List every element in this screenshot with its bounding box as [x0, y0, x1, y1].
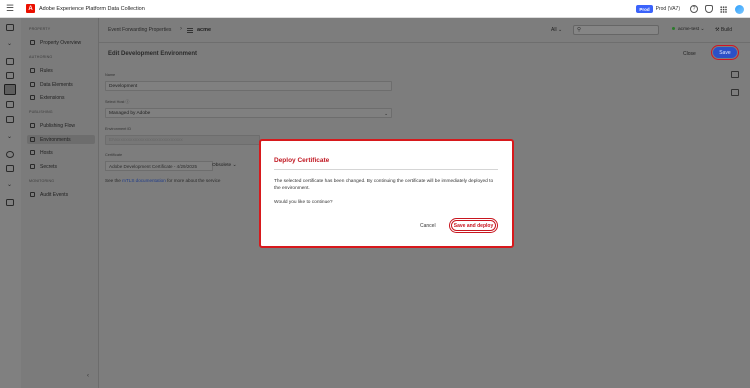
- nav-item-extensions[interactable]: Extensions: [27, 93, 95, 102]
- menu-icon[interactable]: ☰: [0, 3, 20, 14]
- chevron-down-icon: ⌄: [384, 110, 388, 116]
- home-icon[interactable]: [6, 24, 14, 31]
- env-label[interactable]: Prod (VA7): [656, 6, 680, 12]
- dialog-title: Deploy Certificate: [274, 157, 330, 164]
- chevron-down-icon[interactable]: ⌄: [7, 181, 12, 188]
- app-title: Adobe Experience Platform Data Collectio…: [39, 5, 145, 12]
- tags-icon[interactable]: [6, 58, 14, 65]
- section-authoring: AUTHORING: [29, 55, 53, 59]
- certificate-select[interactable]: Adobe Development Certificate - 4/29/202…: [105, 161, 213, 171]
- env-id-field: ENxxxxxxxxxxxxxxxxxxxxxxxxxxxx: [105, 135, 260, 145]
- nav-item-rules[interactable]: Rules: [27, 66, 95, 75]
- audit-events-icon: [30, 192, 35, 197]
- nav-item-environments[interactable]: Environments: [27, 135, 95, 144]
- image-icon[interactable]: [731, 89, 739, 96]
- current-property[interactable]: acme: [197, 27, 211, 33]
- environments-icon: [30, 137, 35, 142]
- toolbar: Event Forwarding Properties › acme All ⌄…: [99, 18, 750, 43]
- monitor-icon[interactable]: [6, 101, 14, 108]
- breadcrumb-separator-icon: ›: [180, 26, 182, 32]
- nav-item-property-overview[interactable]: Property Overview: [27, 38, 95, 47]
- cancel-button[interactable]: Cancel: [420, 223, 436, 229]
- property-nav: PROPERTY Property Overview AUTHORING Rul…: [21, 18, 99, 388]
- chevron-down-icon[interactable]: ⌄: [7, 40, 12, 47]
- header-actions: Prod Prod (VA7) ?: [636, 0, 750, 18]
- help-icon[interactable]: ?: [690, 5, 698, 13]
- location-icon[interactable]: [6, 151, 14, 158]
- mtls-doc-link[interactable]: mTLS documentation: [122, 178, 166, 183]
- filter-select[interactable]: All ⌄: [551, 27, 562, 33]
- publishing-flow-icon: [30, 123, 35, 128]
- apps-grid-icon[interactable]: [720, 5, 727, 13]
- certificate-label: Certificate: [105, 153, 123, 157]
- search-input[interactable]: ⚲: [573, 25, 659, 35]
- chevron-down-icon[interactable]: ⌄: [7, 133, 12, 140]
- extensions-icon: [30, 95, 35, 100]
- dialog-body: The selected certificate has been change…: [274, 179, 494, 191]
- top-header: ☰ A Adobe Experience Platform Data Colle…: [0, 0, 750, 18]
- help-text: See the mTLS documentation for more abou…: [105, 178, 221, 183]
- env-id-label: Environment ID: [105, 127, 132, 131]
- lock-icon[interactable]: [6, 116, 14, 123]
- breadcrumb[interactable]: Event Forwarding Properties: [108, 27, 171, 33]
- overview-icon: [30, 40, 35, 45]
- secrets-icon: [30, 164, 35, 169]
- section-publishing: PUBLISHING: [29, 110, 53, 114]
- collection-icon[interactable]: [6, 72, 14, 79]
- list-icon: [187, 27, 193, 33]
- name-field[interactable]: Development: [105, 81, 392, 91]
- library-select[interactable]: acme-test ⌄: [672, 26, 704, 32]
- workflow-icon[interactable]: [6, 165, 14, 172]
- data-elements-icon: [30, 82, 35, 87]
- info-icon: ⓘ: [125, 100, 130, 104]
- event-forwarding-icon[interactable]: [4, 84, 16, 95]
- search-icon: ⚲: [577, 27, 582, 33]
- nav-item-hosts[interactable]: Hosts: [27, 148, 95, 157]
- left-rail: ⌄ ⌄ ⌄: [0, 18, 21, 388]
- save-button[interactable]: Save: [710, 44, 740, 61]
- deploy-certificate-dialog: Deploy Certificate The selected certific…: [259, 139, 514, 248]
- layers-icon[interactable]: [731, 71, 739, 78]
- nav-item-secrets[interactable]: Secrets: [27, 162, 95, 171]
- nav-item-publishing-flow[interactable]: Publishing Flow: [27, 121, 95, 130]
- section-monitoring: MONITORING: [29, 179, 55, 183]
- status-dot-icon: [672, 26, 675, 30]
- page-title: Edit Development Environment: [108, 51, 198, 57]
- close-button[interactable]: Close: [683, 51, 696, 57]
- collapse-nav-icon[interactable]: ‹: [87, 373, 89, 379]
- rules-icon: [30, 68, 35, 73]
- name-label: Name: [105, 73, 116, 77]
- host-label: Select Host ⓘ: [105, 100, 130, 104]
- env-badge[interactable]: Prod: [636, 5, 653, 13]
- hosts-icon: [30, 150, 35, 155]
- certificate-status[interactable]: Obsolete ⌄: [212, 163, 237, 168]
- host-select[interactable]: Managed by Adobe ⌄: [105, 108, 392, 118]
- dialog-divider: [274, 169, 498, 170]
- dialog-question: Would you like to continue?: [274, 200, 333, 205]
- adobe-logo-icon: A: [26, 4, 35, 13]
- avatar[interactable]: [735, 4, 744, 14]
- nav-item-audit-events[interactable]: Audit Events: [27, 190, 95, 199]
- bell-icon[interactable]: [705, 5, 713, 13]
- save-and-deploy-button[interactable]: Save and deploy: [448, 217, 499, 234]
- connections-icon[interactable]: [6, 199, 14, 206]
- section-property: PROPERTY: [29, 27, 51, 31]
- nav-item-data-elements[interactable]: Data Elements: [27, 80, 95, 89]
- build-button[interactable]: ⚒ Build: [715, 27, 732, 33]
